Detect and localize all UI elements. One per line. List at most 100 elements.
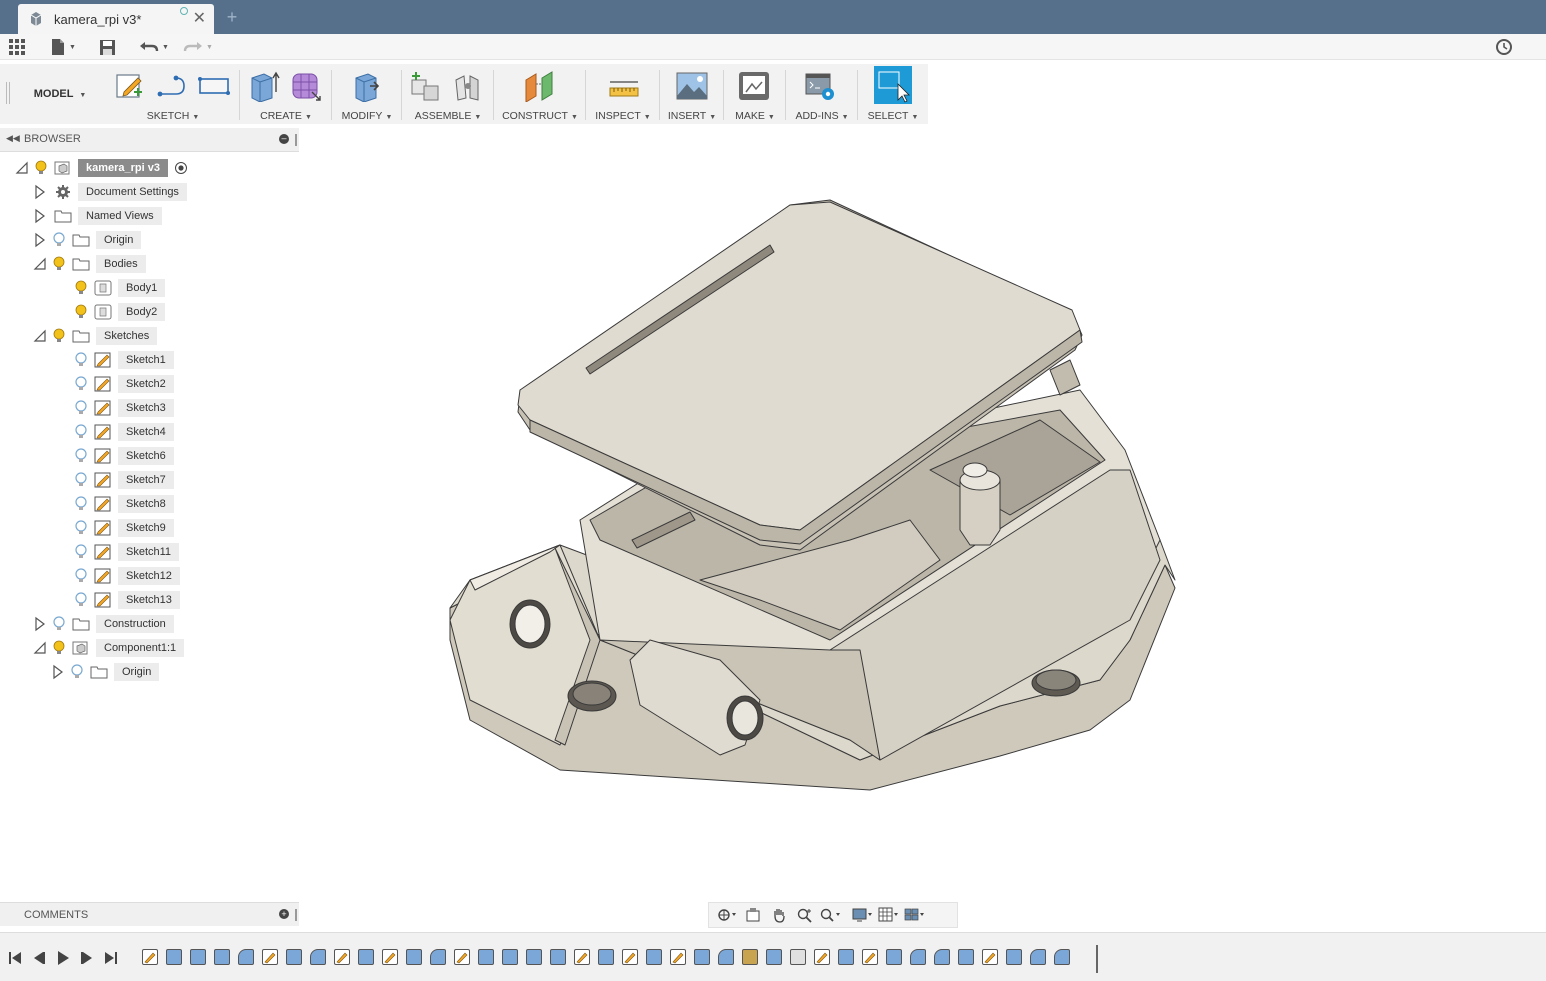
collapsed-arrow-icon[interactable] — [50, 664, 66, 680]
pan-button[interactable] — [767, 905, 791, 925]
timeline-sketch-icon[interactable] — [670, 949, 686, 965]
tree-node-construction[interactable]: Construction — [32, 613, 174, 635]
line-icon[interactable] — [156, 70, 188, 102]
3d-print-icon[interactable] — [738, 70, 770, 102]
inspect-menu[interactable]: INSPECT ▼ — [586, 110, 660, 122]
tree-node-sketch[interactable]: Sketch8 — [70, 493, 174, 515]
step-back-icon[interactable] — [30, 949, 48, 967]
step-forward-icon[interactable] — [78, 949, 96, 967]
pin-handle[interactable] — [295, 134, 297, 146]
joint-icon[interactable] — [452, 70, 484, 102]
timeline-fillet-icon[interactable] — [310, 949, 326, 965]
look-at-button[interactable] — [741, 905, 765, 925]
tree-node-sketch[interactable]: Sketch3 — [70, 397, 174, 419]
minimize-icon[interactable]: – — [279, 134, 289, 144]
timeline-chamfer-icon[interactable] — [550, 949, 566, 965]
modify-menu[interactable]: MODIFY ▼ — [332, 110, 402, 122]
measure-icon[interactable] — [608, 70, 640, 102]
display-settings-button[interactable] — [851, 905, 875, 925]
tree-node-origin[interactable]: Origin — [32, 229, 142, 251]
extrude-icon[interactable] — [248, 70, 280, 102]
timeline-extrude-icon[interactable] — [838, 949, 854, 965]
timeline-extrude-icon[interactable] — [886, 949, 902, 965]
addins-menu[interactable]: ADD-INS ▼ — [786, 110, 858, 122]
offset-plane-icon[interactable] — [524, 70, 556, 102]
insert-image-icon[interactable] — [676, 70, 708, 102]
timeline-fillet-icon[interactable] — [934, 949, 950, 965]
timeline-sketch-icon[interactable] — [454, 949, 470, 965]
tree-node-sketch[interactable]: Sketch11 — [70, 541, 180, 563]
create-sketch-icon[interactable] — [114, 70, 146, 102]
timeline-sketch-icon[interactable] — [142, 949, 158, 965]
visibility-bulb-icon[interactable] — [74, 520, 88, 536]
visibility-bulb-icon[interactable] — [74, 424, 88, 440]
timeline-extrude-icon[interactable] — [166, 949, 182, 965]
visibility-bulb-icon[interactable] — [74, 400, 88, 416]
tree-node-sketch[interactable]: Sketch7 — [70, 469, 174, 491]
app-grid-button[interactable] — [8, 37, 26, 57]
save-button[interactable] — [99, 37, 116, 57]
timeline-shell-icon[interactable] — [214, 949, 230, 965]
timeline-sketch-icon[interactable] — [574, 949, 590, 965]
go-to-start-icon[interactable] — [6, 949, 24, 967]
rectangle-icon[interactable] — [198, 70, 230, 102]
timeline-extrude-icon[interactable] — [526, 949, 542, 965]
toolbar-grip[interactable] — [6, 82, 10, 104]
canvas-viewport[interactable] — [300, 124, 1546, 900]
timeline-extrude-icon[interactable] — [646, 949, 662, 965]
timeline-move-icon[interactable] — [742, 949, 758, 965]
tree-node-sketch[interactable]: Sketch12 — [70, 565, 180, 587]
select-icon[interactable] — [874, 66, 912, 104]
tree-node-component1[interactable]: Component1:1 — [32, 637, 185, 659]
insert-menu[interactable]: INSERT ▼ — [660, 110, 724, 122]
tree-node-sketch[interactable]: Sketch9 — [70, 517, 174, 539]
go-to-end-icon[interactable] — [102, 949, 120, 967]
timeline-extrude-icon[interactable] — [694, 949, 710, 965]
timeline-extrude-icon[interactable] — [502, 949, 518, 965]
timeline-extrude-icon[interactable] — [1006, 949, 1022, 965]
timeline-extrude-icon[interactable] — [406, 949, 422, 965]
new-component-icon[interactable] — [408, 70, 440, 102]
activate-radio-icon[interactable] — [174, 161, 188, 175]
visibility-bulb-icon[interactable] — [52, 232, 66, 248]
collapse-panel-icon[interactable]: ◀◀ — [6, 133, 20, 144]
assemble-menu[interactable]: ASSEMBLE ▼ — [402, 110, 494, 122]
timeline-sketch-icon[interactable] — [862, 949, 878, 965]
visibility-bulb-icon[interactable] — [74, 568, 88, 584]
timeline-body-icon[interactable] — [790, 949, 806, 965]
timeline-sketch-icon[interactable] — [382, 949, 398, 965]
timeline-track[interactable] — [140, 945, 1100, 973]
visibility-bulb-icon[interactable] — [52, 328, 66, 344]
visibility-bulb-icon[interactable] — [70, 664, 84, 680]
collapsed-arrow-icon[interactable] — [32, 232, 48, 248]
timeline-fillet-icon[interactable] — [718, 949, 734, 965]
visibility-bulb-icon[interactable] — [34, 160, 48, 176]
timeline-fillet-icon[interactable] — [1054, 949, 1070, 965]
create-menu[interactable]: CREATE ▼ — [240, 110, 332, 122]
timeline-sketch-icon[interactable] — [334, 949, 350, 965]
tree-node-component-origin[interactable]: Origin — [50, 661, 160, 683]
timeline-extrude-icon[interactable] — [190, 949, 206, 965]
visibility-bulb-icon[interactable] — [74, 304, 88, 320]
redo-button[interactable]: ▼ — [183, 37, 213, 57]
construct-menu[interactable]: CONSTRUCT ▼ — [494, 110, 586, 122]
play-icon[interactable] — [54, 949, 72, 967]
pin-handle[interactable] — [295, 909, 297, 921]
viewports-button[interactable] — [903, 905, 927, 925]
file-menu-button[interactable]: ▼ — [50, 37, 76, 57]
timeline-sketch-icon[interactable] — [262, 949, 278, 965]
expanded-arrow-icon[interactable] — [32, 328, 48, 344]
expanded-arrow-icon[interactable] — [32, 640, 48, 656]
tree-node-body2[interactable]: Body2 — [70, 301, 166, 323]
collapsed-arrow-icon[interactable] — [32, 184, 48, 200]
3d-model[interactable] — [449, 199, 1176, 791]
timeline-extrude-icon[interactable] — [286, 949, 302, 965]
timeline-fillet-icon[interactable] — [238, 949, 254, 965]
timeline-marker[interactable] — [1096, 945, 1098, 973]
timeline-fillet-icon[interactable] — [910, 949, 926, 965]
make-menu[interactable]: MAKE ▼ — [724, 110, 786, 122]
orbit-button[interactable] — [715, 905, 739, 925]
scripts-icon[interactable] — [804, 70, 836, 102]
timeline-mirror-icon[interactable] — [766, 949, 782, 965]
timeline-sketch-icon[interactable] — [982, 949, 998, 965]
